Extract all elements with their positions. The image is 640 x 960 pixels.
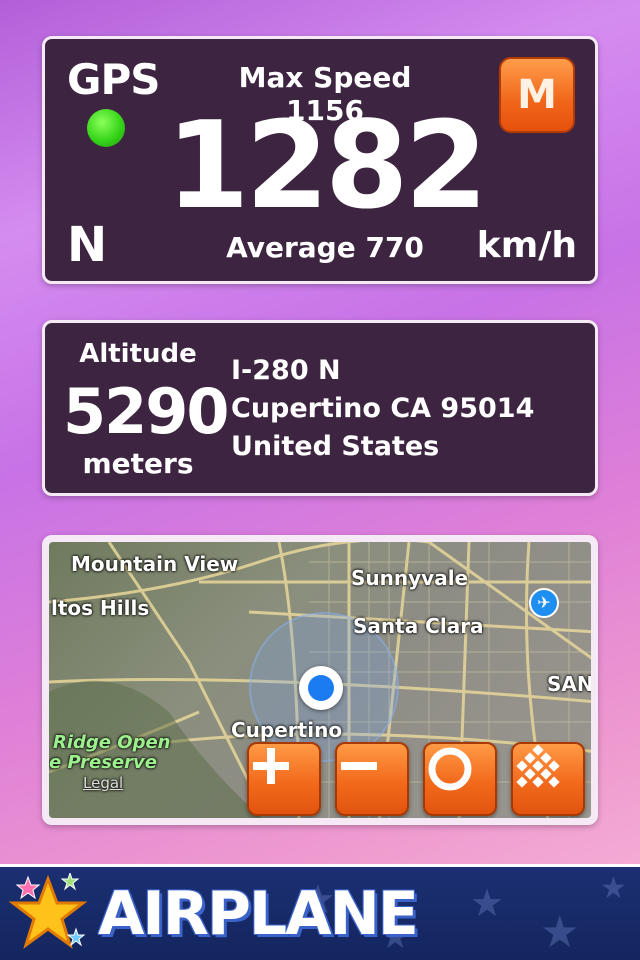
- current-location-marker: [299, 666, 343, 710]
- grid-icon: [516, 744, 560, 788]
- speed-panel: GPS N Max Speed 1156 1282 Average 770 km…: [42, 36, 598, 284]
- heading-direction: N: [67, 217, 108, 273]
- map-legal-link[interactable]: Legal: [83, 774, 123, 792]
- mode-button[interactable]: M: [499, 57, 575, 133]
- star-icon: [8, 873, 88, 949]
- zoom-out-button[interactable]: [335, 742, 409, 816]
- altitude-value: 5290: [63, 375, 230, 448]
- address-line-1: I-280 N: [231, 355, 341, 386]
- address-line-3: United States: [231, 431, 440, 462]
- zoom-out-icon: [341, 762, 377, 770]
- zoom-in-icon: [253, 748, 289, 784]
- current-speed: 1282: [166, 97, 488, 236]
- zoom-in-button[interactable]: [247, 742, 321, 816]
- locate-button[interactable]: [423, 742, 497, 816]
- gps-label: GPS: [67, 55, 161, 104]
- map-view[interactable]: ✈ Mountain View ltos Hills Sunnyvale San…: [49, 542, 591, 818]
- map-label-san-jose: SAN: [547, 672, 591, 696]
- app-title: AIRPLANE: [98, 879, 419, 949]
- app-banner: ★ ★ ★ ★ ★ AIRPLANE: [0, 864, 640, 960]
- map-label-sunnyvale: Sunnyvale: [351, 566, 469, 590]
- map-label-cupertino: Cupertino: [231, 718, 343, 742]
- altitude-label: Altitude: [79, 339, 197, 369]
- background-star-icon: ★: [600, 871, 627, 906]
- map-label-santa-clara: Santa Clara: [353, 614, 484, 638]
- background-star-icon: ★: [540, 907, 580, 958]
- average-speed-readout: Average 770: [226, 231, 424, 264]
- gps-status-indicator: [87, 109, 125, 147]
- map-label-preserve: e Preserve: [49, 752, 157, 773]
- map-label-los-altos-hills: ltos Hills: [51, 596, 150, 620]
- airport-icon[interactable]: ✈: [529, 588, 559, 618]
- background-star-icon: ★: [470, 881, 505, 925]
- map-type-button[interactable]: [511, 742, 585, 816]
- locate-icon: [428, 747, 472, 791]
- address-line-2: Cupertino CA 95014: [231, 393, 535, 424]
- map-label-mountain-view: Mountain View: [71, 552, 239, 576]
- altitude-unit: meters: [82, 447, 194, 480]
- map-label-ridge-open: Ridge Open: [53, 732, 171, 753]
- speed-unit[interactable]: km/h: [477, 225, 577, 266]
- map-panel: ✈ Mountain View ltos Hills Sunnyvale San…: [42, 535, 598, 825]
- altitude-address-panel: Altitude 5290 meters I-280 N Cupertino C…: [42, 320, 598, 496]
